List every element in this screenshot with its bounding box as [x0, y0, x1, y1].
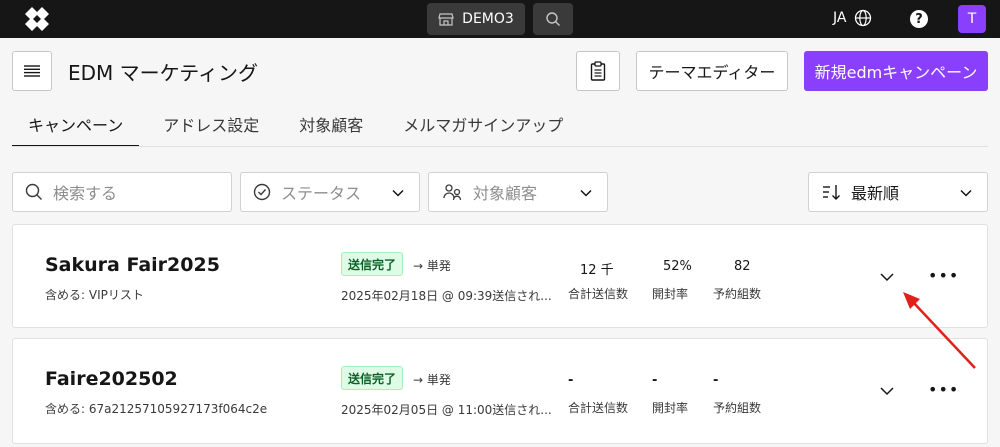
- total-sent-value: -: [568, 373, 574, 388]
- language-label: JA: [833, 10, 847, 26]
- campaign-card[interactable]: Faire202502 含める: 67a21257105927173f064c2…: [12, 338, 988, 444]
- clipboard-button[interactable]: [576, 51, 620, 91]
- clipboard-icon: [590, 61, 606, 81]
- status-badge: 送信完了: [341, 366, 404, 390]
- chevron-down-icon: [392, 189, 404, 197]
- tab-campaigns[interactable]: キャンペーン: [12, 103, 140, 147]
- chevron-down-icon[interactable]: [879, 383, 895, 399]
- tab-divider: [12, 146, 988, 147]
- chevron-down-icon[interactable]: [879, 269, 895, 285]
- campaign-type: → 単発: [413, 259, 451, 273]
- users-icon: [443, 184, 462, 201]
- chevron-down-icon: [580, 189, 592, 197]
- globe-icon: [855, 9, 872, 27]
- campaign-type: → 単発: [413, 373, 451, 387]
- target-filter-label: 対象顧客: [473, 184, 538, 203]
- store-icon: [438, 13, 454, 26]
- menu-button[interactable]: [12, 51, 52, 91]
- top-bar: DEMO3 JA ? T: [0, 0, 1000, 38]
- status-filter-label: ステータス: [281, 184, 362, 203]
- store-name: DEMO3: [462, 11, 514, 27]
- campaign-includes: 含める: 67a21257105927173f064c2e: [45, 402, 268, 416]
- page-title: EDM マーケティング: [68, 61, 259, 85]
- open-rate-label: 開封率: [652, 287, 689, 301]
- global-search-button[interactable]: [533, 3, 573, 35]
- campaign-includes: 含める: VIPリスト: [45, 288, 144, 302]
- tab-target-customers[interactable]: 対象顧客: [275, 103, 379, 147]
- total-sent-value: 12 千: [580, 263, 614, 278]
- new-campaign-button[interactable]: 新規edmキャンペーン: [804, 51, 988, 91]
- search-placeholder: 検索する: [53, 184, 118, 203]
- campaign-card[interactable]: Sakura Fair2025 含める: VIPリスト 送信完了 → 単発 20…: [12, 224, 988, 328]
- bookings-label: 予約組数: [713, 401, 762, 415]
- open-rate-value: 52%: [663, 259, 692, 274]
- sent-timestamp: 2025年02月05日 @ 11:00送信され...: [341, 403, 552, 417]
- bookings-value: 82: [734, 259, 751, 274]
- sort-icon: [823, 185, 840, 200]
- campaign-name: Faire202502: [45, 368, 178, 390]
- more-options-icon[interactable]: •••: [928, 380, 959, 399]
- search-icon: [546, 12, 560, 26]
- open-rate-value: -: [652, 373, 658, 388]
- bookings-label: 予約組数: [713, 287, 762, 301]
- sort-label: 最新順: [851, 184, 900, 203]
- bookings-value: -: [713, 373, 719, 388]
- total-sent-label: 合計送信数: [568, 287, 629, 301]
- store-selector-button[interactable]: DEMO3: [427, 3, 525, 35]
- tab-address-settings[interactable]: アドレス設定: [139, 103, 275, 147]
- total-sent-label: 合計送信数: [568, 401, 629, 415]
- theme-editor-button[interactable]: テーマエディター: [636, 51, 788, 91]
- language-switcher[interactable]: JA: [833, 9, 872, 27]
- logo-icon[interactable]: [24, 6, 50, 32]
- status-filter-dropdown[interactable]: ステータス: [240, 172, 420, 212]
- status-badge: 送信完了: [341, 252, 404, 276]
- campaign-name: Sakura Fair2025: [45, 254, 220, 276]
- sort-dropdown[interactable]: 最新順: [808, 172, 988, 212]
- chevron-down-icon: [960, 189, 972, 197]
- search-input[interactable]: 検索する: [12, 172, 232, 212]
- help-icon[interactable]: ?: [910, 10, 928, 28]
- sent-timestamp: 2025年02月18日 @ 09:39送信され...: [341, 289, 552, 303]
- check-circle-icon: [253, 183, 271, 201]
- hamburger-icon: [24, 65, 40, 77]
- more-options-icon[interactable]: •••: [928, 266, 959, 285]
- tab-newsletter-signup[interactable]: メルマガサインアップ: [379, 103, 579, 147]
- open-rate-label: 開封率: [652, 401, 689, 415]
- target-customer-filter-dropdown[interactable]: 対象顧客: [428, 172, 608, 212]
- avatar[interactable]: T: [958, 5, 986, 33]
- search-icon: [25, 183, 42, 200]
- tab-bar: キャンペーン アドレス設定 対象顧客 メルマガサインアップ: [12, 103, 579, 147]
